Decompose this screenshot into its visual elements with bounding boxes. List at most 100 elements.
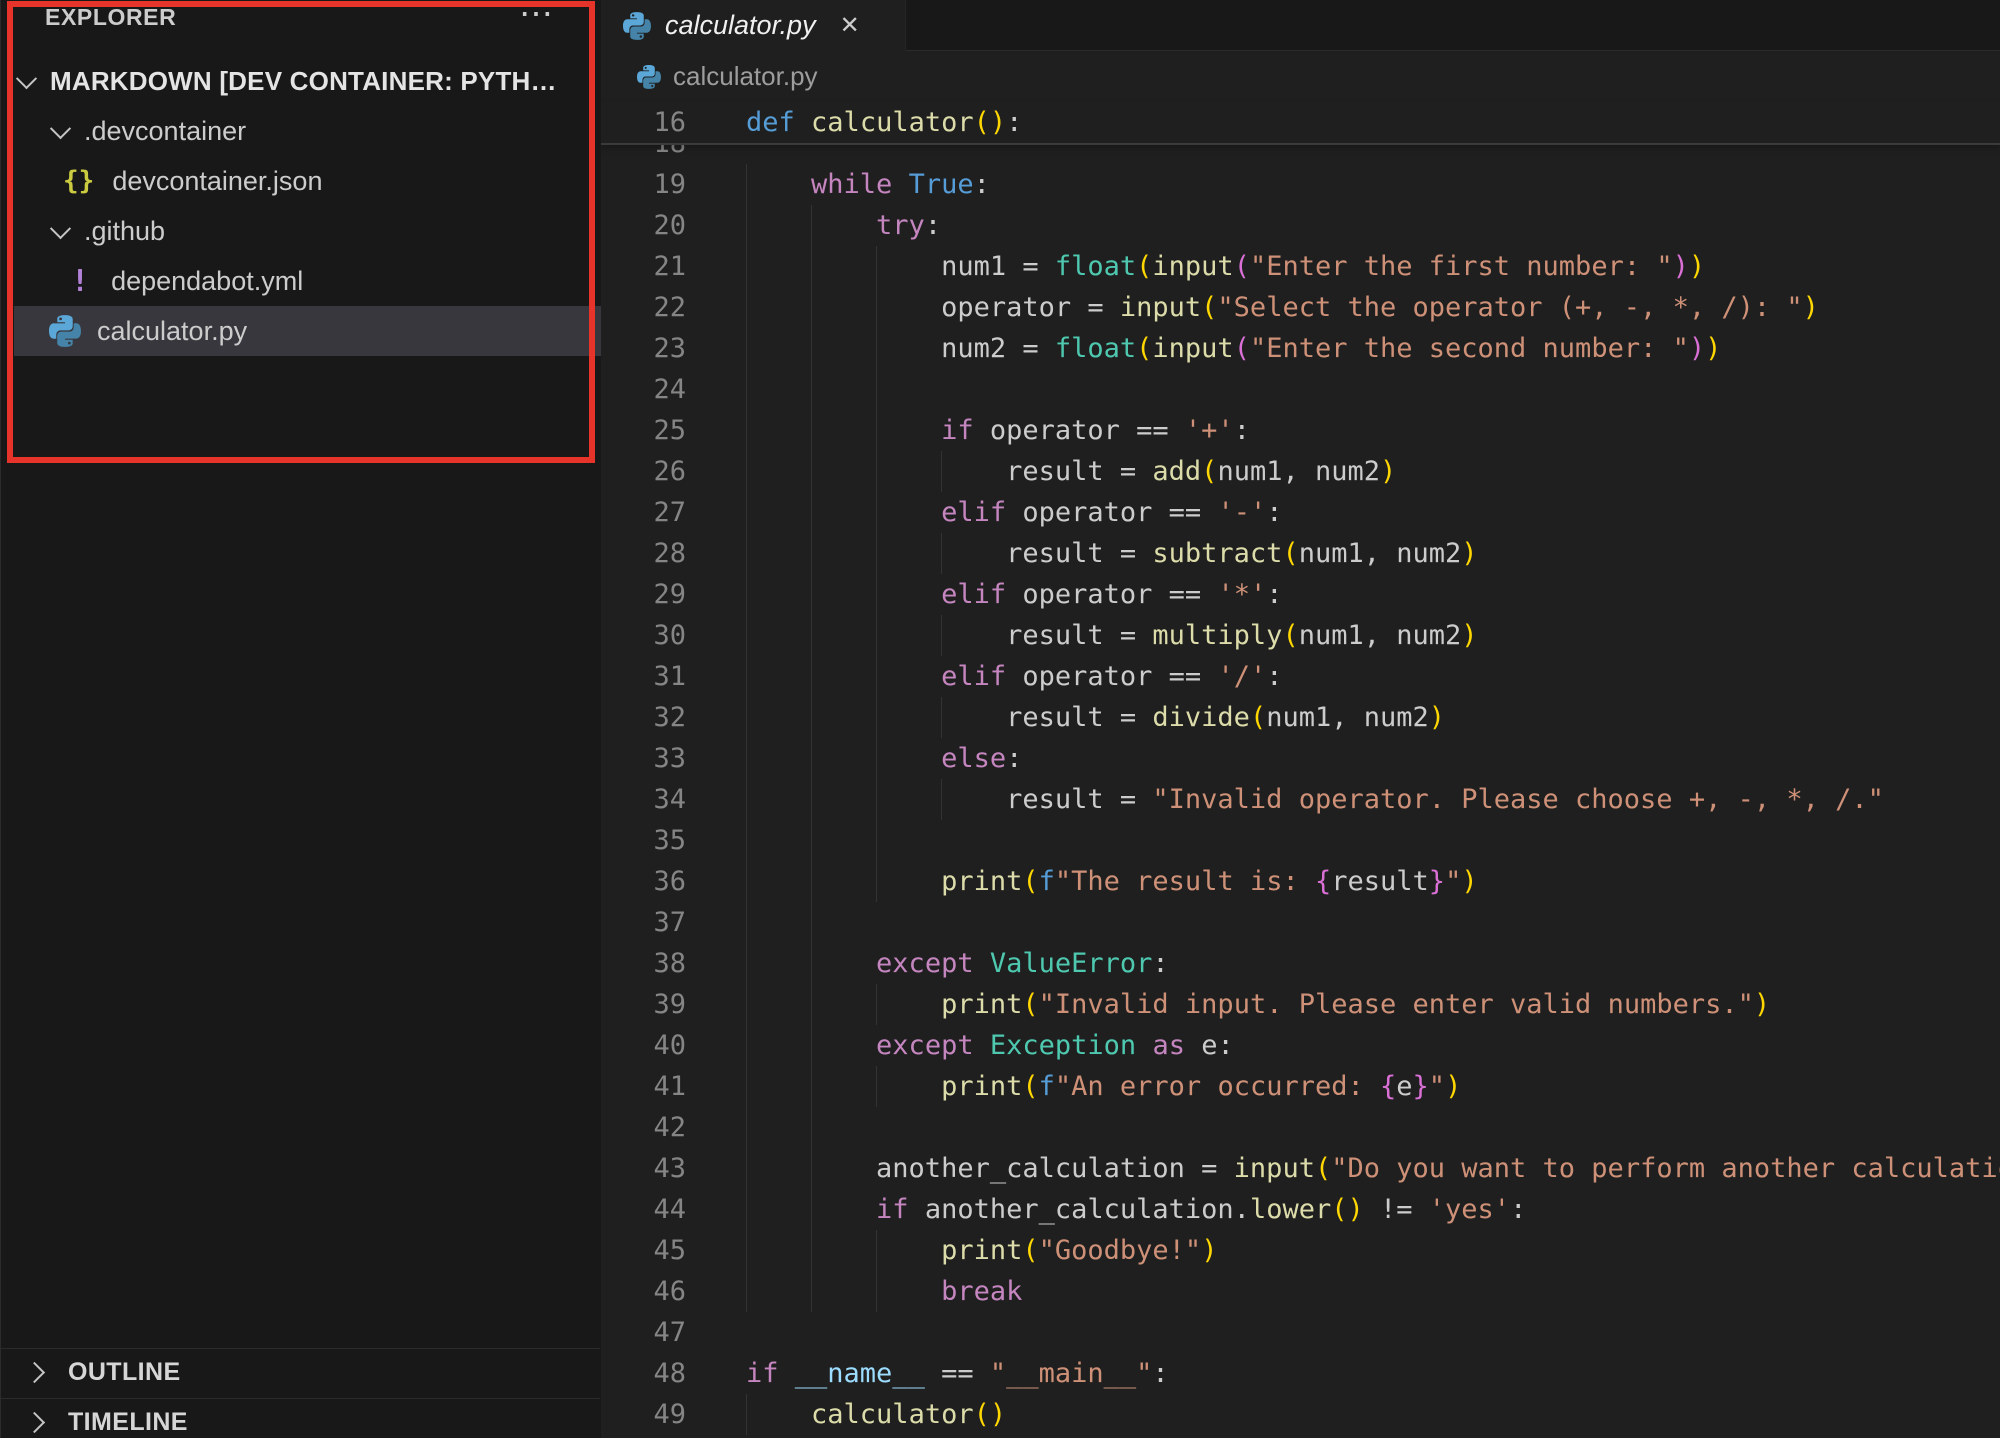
code-token: { <box>1380 1071 1396 1102</box>
sidebar-item-dependabot-yml[interactable]: ! dependabot.yml <box>1 256 671 306</box>
code-token: "Select the operator (+, -, *, /): " <box>1217 292 1802 323</box>
code-token: "Goodbye!" <box>1039 1235 1202 1266</box>
line-number: 44 <box>601 1189 686 1230</box>
code-line[interactable]: 35 <box>601 820 2000 861</box>
sticky-scroll-line[interactable]: 16 def calculator(): <box>601 102 2000 145</box>
code-line[interactable]: 30 result = multiply(num1, num2) <box>601 615 2000 656</box>
code-line[interactable]: 43 another_calculation = input("Do you w… <box>601 1148 2000 1189</box>
code-line[interactable]: 49 calculator() <box>601 1394 2000 1435</box>
editor-pane[interactable]: 1819 while True:20 try:21 num1 = float(i… <box>601 0 2000 1438</box>
chevron-down-icon <box>50 218 71 239</box>
code-line[interactable]: 38 except ValueError: <box>601 943 2000 984</box>
code-token: while <box>811 169 892 200</box>
indent-guide <box>811 1107 812 1148</box>
code-line[interactable]: 19 while True: <box>601 164 2000 205</box>
sidebar-item-github-folder[interactable]: .github <box>1 206 653 256</box>
code-token: if <box>876 1194 909 1225</box>
code-token: != <box>1364 1194 1429 1225</box>
line-number: 16 <box>601 102 686 143</box>
code-token: ( <box>1136 251 1152 282</box>
code-line[interactable]: 44 if another_calculation.lower() != 'ye… <box>601 1189 2000 1230</box>
chevron-down-icon <box>16 68 37 89</box>
code-token: ) <box>1380 456 1396 487</box>
code-token-line: else: <box>746 738 1022 779</box>
code-token: } <box>1429 866 1445 897</box>
code-line[interactable]: 45 print("Goodbye!") <box>601 1230 2000 1271</box>
code-line[interactable]: 40 except Exception as e: <box>601 1025 2000 1066</box>
code-token-line: while True: <box>746 164 990 205</box>
code-line[interactable]: 21 num1 = float(input("Enter the first n… <box>601 246 2000 287</box>
line-number: 33 <box>601 738 686 779</box>
code-token: ) <box>1201 1235 1217 1266</box>
code-token <box>746 661 941 692</box>
code-token-line: if another_calculation.lower() != 'yes': <box>746 1189 1526 1230</box>
file-label: devcontainer.json <box>112 166 322 197</box>
line-number: 46 <box>601 1271 686 1312</box>
code-line[interactable]: 20 try: <box>601 205 2000 246</box>
code-line[interactable]: 27 elif operator == '-': <box>601 492 2000 533</box>
code-line[interactable]: 32 result = divide(num1, num2) <box>601 697 2000 738</box>
code-token: result = <box>746 620 1152 651</box>
code-line[interactable]: 28 result = subtract(num1, num2) <box>601 533 2000 574</box>
line-number: 22 <box>601 287 686 328</box>
code-line[interactable]: 34 result = "Invalid operator. Please ch… <box>601 779 2000 820</box>
code-token: ( <box>1315 1153 1331 1184</box>
code-token: multiply <box>1152 620 1282 651</box>
outline-section-header[interactable]: OUTLINE <box>1 1348 600 1396</box>
code-token: ( <box>974 1399 990 1430</box>
more-actions-icon[interactable]: ⋯ <box>519 0 553 34</box>
indent-guide <box>876 369 877 410</box>
code-token: ( <box>1022 1235 1038 1266</box>
code-line[interactable]: 25 if operator == '+': <box>601 410 2000 451</box>
code-token <box>746 210 876 241</box>
code-line[interactable]: 46 break <box>601 1271 2000 1312</box>
code-token <box>746 1235 941 1266</box>
code-token-line: result = add(num1, num2) <box>746 451 1396 492</box>
sidebar-item-devcontainer-json[interactable]: {} devcontainer.json <box>1 156 663 206</box>
code-line[interactable]: 31 elif operator == '/': <box>601 656 2000 697</box>
close-icon[interactable]: ✕ <box>840 11 860 40</box>
code-line[interactable]: 39 print("Invalid input. Please enter va… <box>601 984 2000 1025</box>
code-token: def <box>746 107 795 138</box>
code-line[interactable]: 26 result = add(num1, num2) <box>601 451 2000 492</box>
code-line[interactable]: 29 elif operator == '*': <box>601 574 2000 615</box>
code-line[interactable]: 22 operator = input("Select the operator… <box>601 287 2000 328</box>
sidebar-item-devcontainer-folder[interactable]: .devcontainer <box>1 106 653 156</box>
code-token <box>779 1358 795 1389</box>
code-token: input <box>1152 333 1233 364</box>
code-token: ( <box>1022 989 1038 1020</box>
code-line[interactable]: 47 <box>601 1312 2000 1353</box>
code-token: : <box>974 169 990 200</box>
code-token: '/' <box>1217 661 1266 692</box>
code-line[interactable]: 42 <box>601 1107 2000 1148</box>
code-token: f <box>1039 1071 1055 1102</box>
timeline-section-header[interactable]: TIMELINE <box>1 1398 600 1438</box>
code-token: ( <box>1136 333 1152 364</box>
code-line[interactable]: 23 num2 = float(input("Enter the second … <box>601 328 2000 369</box>
line-number: 47 <box>601 1312 686 1353</box>
code-token: elif <box>941 579 1006 610</box>
code-token: : <box>1510 1194 1526 1225</box>
code-token-line: result = subtract(num1, num2) <box>746 533 1478 574</box>
code-line[interactable]: 48if __name__ == "__main__": <box>601 1353 2000 1394</box>
tab-calculator-py[interactable]: calculator.py ✕ <box>601 0 906 51</box>
code-token: ) <box>1461 866 1477 897</box>
code-token: ( <box>1234 251 1250 282</box>
sidebar-item-calculator-py[interactable]: calculator.py <box>1 306 649 356</box>
code-line[interactable]: 41 print(f"An error occurred: {e}") <box>601 1066 2000 1107</box>
code-line[interactable]: 24 <box>601 369 2000 410</box>
code-line[interactable]: 36 print(f"The result is: {result}") <box>601 861 2000 902</box>
json-file-icon: {} <box>63 166 94 196</box>
code-token: ( <box>1331 1194 1347 1225</box>
code-token: "The result is: <box>1055 866 1315 897</box>
code-token: num1, num2 <box>1299 620 1462 651</box>
code-token: another_calculation = <box>746 1153 1234 1184</box>
code-area: 1819 while True:20 try:21 num1 = float(i… <box>601 0 2000 1438</box>
code-line[interactable]: 33 else: <box>601 738 2000 779</box>
timeline-title: TIMELINE <box>68 1408 188 1437</box>
code-token: '+' <box>1185 415 1234 446</box>
workspace-root-row[interactable]: MARKDOWN [DEV CONTAINER: PYTHO... <box>1 56 619 106</box>
explorer-header: EXPLORER ⋯ <box>1 0 601 50</box>
code-line[interactable]: 37 <box>601 902 2000 943</box>
code-token-line: num1 = float(input("Enter the first numb… <box>746 246 1705 287</box>
